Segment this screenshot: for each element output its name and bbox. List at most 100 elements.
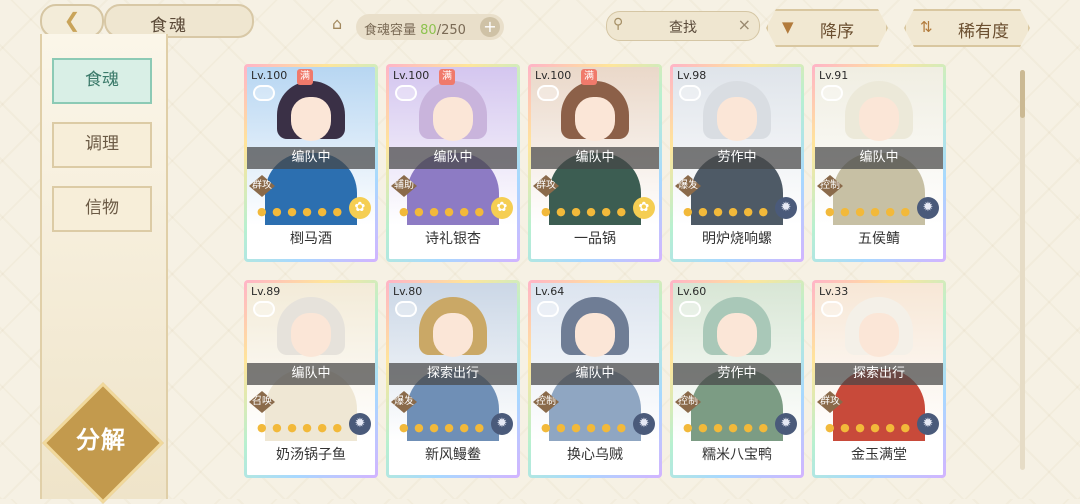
star-rating: ● ● ● ● ● ● [257, 421, 344, 434]
food-soul-name: 换心乌贼 [531, 443, 659, 469]
scrollbar[interactable] [1020, 70, 1025, 470]
portrait-face [859, 313, 899, 357]
food-soul-card[interactable]: Lv.33 探索出行 群攻 ● ● ● ● ● ● ✹ 金玉满堂 [812, 280, 946, 478]
chat-bubble-icon [395, 85, 417, 101]
capacity-indicator: 食魂容量 80/250 + [356, 14, 504, 40]
food-soul-card[interactable]: Lv.80 探索出行 爆发 ● ● ● ● ● ● ✹ 新风鳗鲞 [386, 280, 520, 478]
chat-bubble-icon [537, 85, 559, 101]
star-rating: ● ● ● ● ● ● [825, 421, 912, 434]
chat-bubble-icon [679, 301, 701, 317]
portrait-face [575, 97, 615, 141]
sun-element-icon: ✿ [349, 197, 371, 219]
home-icon[interactable]: ⌂ [332, 14, 342, 33]
decompose-label: 分解 [76, 426, 126, 454]
search-placeholder: 查找 [669, 20, 697, 36]
food-soul-name: 奶汤锅子鱼 [247, 443, 375, 469]
food-soul-card[interactable]: Lv.91 编队中 控制 ● ● ● ● ● ● ✹ 五侯鲭 [812, 64, 946, 262]
search-icon: ⚲ [613, 16, 624, 32]
max-badge: 满 [439, 69, 455, 85]
clear-icon[interactable]: × [738, 15, 751, 34]
sidebar-item-tokens[interactable]: 信物 [52, 186, 152, 232]
moon-element-icon: ✹ [491, 413, 513, 435]
chat-bubble-icon [537, 301, 559, 317]
food-soul-name: 椡马酒 [247, 227, 375, 253]
sun-element-icon: ✿ [491, 197, 513, 219]
portrait-face [575, 313, 615, 357]
level-label: Lv.33 [819, 285, 849, 298]
portrait-face [291, 313, 331, 357]
star-rating: ● ● ● ● ● ● [825, 205, 912, 218]
portrait-face [433, 313, 473, 357]
food-soul-card[interactable]: Lv.64 编队中 控制 ● ● ● ● ● ● ✹ 换心乌贼 [528, 280, 662, 478]
star-rating: ● ● ● ● ● ● [257, 205, 344, 218]
level-label: Lv.100 [535, 69, 572, 82]
status-banner: 编队中 [389, 147, 517, 169]
food-soul-card[interactable]: Lv.98 劳作中 爆发 ● ● ● ● ● ● ✹ 明炉烧响螺 [670, 64, 804, 262]
add-capacity-button[interactable]: + [480, 17, 500, 37]
chat-bubble-icon [253, 85, 275, 101]
back-arrow-icon: ❮ [63, 8, 81, 32]
chat-bubble-icon [395, 301, 417, 317]
food-soul-card[interactable]: Lv.60 劳作中 控制 ● ● ● ● ● ● ✹ 糯米八宝鸭 [670, 280, 804, 478]
max-badge: 满 [297, 69, 313, 85]
star-rating: ● ● ● ● ● ● [683, 205, 770, 218]
food-soul-name: 一品锅 [531, 227, 659, 253]
status-banner: 劳作中 [673, 147, 801, 169]
moon-element-icon: ✹ [633, 413, 655, 435]
food-soul-card[interactable]: Lv.89 编队中 召唤 ● ● ● ● ● ● ✹ 奶汤锅子鱼 [244, 280, 378, 478]
scroll-thumb[interactable] [1020, 70, 1025, 118]
star-rating: ● ● ● ● ● ● [541, 205, 628, 218]
portrait-face [859, 97, 899, 141]
food-soul-name: 新风鳗鲞 [389, 443, 517, 469]
status-banner: 编队中 [815, 147, 943, 169]
level-label: Lv.60 [677, 285, 707, 298]
status-banner: 探索出行 [815, 363, 943, 385]
sort-descending-button[interactable]: ▼ 降序 [766, 9, 888, 47]
chat-bubble-icon [679, 85, 701, 101]
chat-bubble-icon [821, 85, 843, 101]
level-label: Lv.80 [393, 285, 423, 298]
portrait-face [717, 97, 757, 141]
star-rating: ● ● ● ● ● ● [683, 421, 770, 434]
moon-element-icon: ✹ [917, 197, 939, 219]
level-label: Lv.64 [535, 285, 565, 298]
star-rating: ● ● ● ● ● ● [541, 421, 628, 434]
food-soul-name: 明炉烧响螺 [673, 227, 801, 253]
sidebar-item-conditioning[interactable]: 调理 [52, 122, 152, 168]
food-soul-card[interactable]: Lv.100 满 编队中 辅助 ● ● ● ● ● ● ✿ 诗礼银杏 [386, 64, 520, 262]
food-soul-name: 诗礼银杏 [389, 227, 517, 253]
sidebar-item-food-souls[interactable]: 食魂 [52, 58, 152, 104]
food-soul-name: 金玉满堂 [815, 443, 943, 469]
food-soul-card[interactable]: Lv.100 满 编队中 群攻 ● ● ● ● ● ● ✿ 椡马酒 [244, 64, 378, 262]
sun-element-icon: ✿ [633, 197, 655, 219]
status-banner: 编队中 [247, 363, 375, 385]
page-title: 食魂 [150, 16, 188, 36]
sort-arrows-icon: ⇅ [920, 18, 933, 36]
status-banner: 劳作中 [673, 363, 801, 385]
rarity-sort-button[interactable]: ⇅ 稀有度 [904, 9, 1030, 47]
status-banner: 探索出行 [389, 363, 517, 385]
level-label: Lv.100 [393, 69, 430, 82]
star-rating: ● ● ● ● ● ● [399, 421, 486, 434]
status-banner: 编队中 [247, 147, 375, 169]
portrait-face [433, 97, 473, 141]
title-pill: 食魂 ⌂ [104, 4, 342, 38]
level-label: Lv.89 [251, 285, 281, 298]
level-label: Lv.91 [819, 69, 849, 82]
moon-element-icon: ✹ [775, 197, 797, 219]
status-banner: 编队中 [531, 147, 659, 169]
level-label: Lv.100 [251, 69, 288, 82]
food-soul-card[interactable]: Lv.100 满 编队中 群攻 ● ● ● ● ● ● ✿ 一品锅 [528, 64, 662, 262]
level-label: Lv.98 [677, 69, 707, 82]
moon-element-icon: ✹ [775, 413, 797, 435]
back-button[interactable]: ❮ [40, 4, 104, 38]
moon-element-icon: ✹ [917, 413, 939, 435]
portrait-face [291, 97, 331, 141]
search-input[interactable]: ⚲ 查找 × [606, 11, 760, 41]
max-badge: 满 [581, 69, 597, 85]
status-banner: 编队中 [531, 363, 659, 385]
food-soul-name: 五侯鲭 [815, 227, 943, 253]
food-soul-name: 糯米八宝鸭 [673, 443, 801, 469]
chat-bubble-icon [821, 301, 843, 317]
moon-element-icon: ✹ [349, 413, 371, 435]
